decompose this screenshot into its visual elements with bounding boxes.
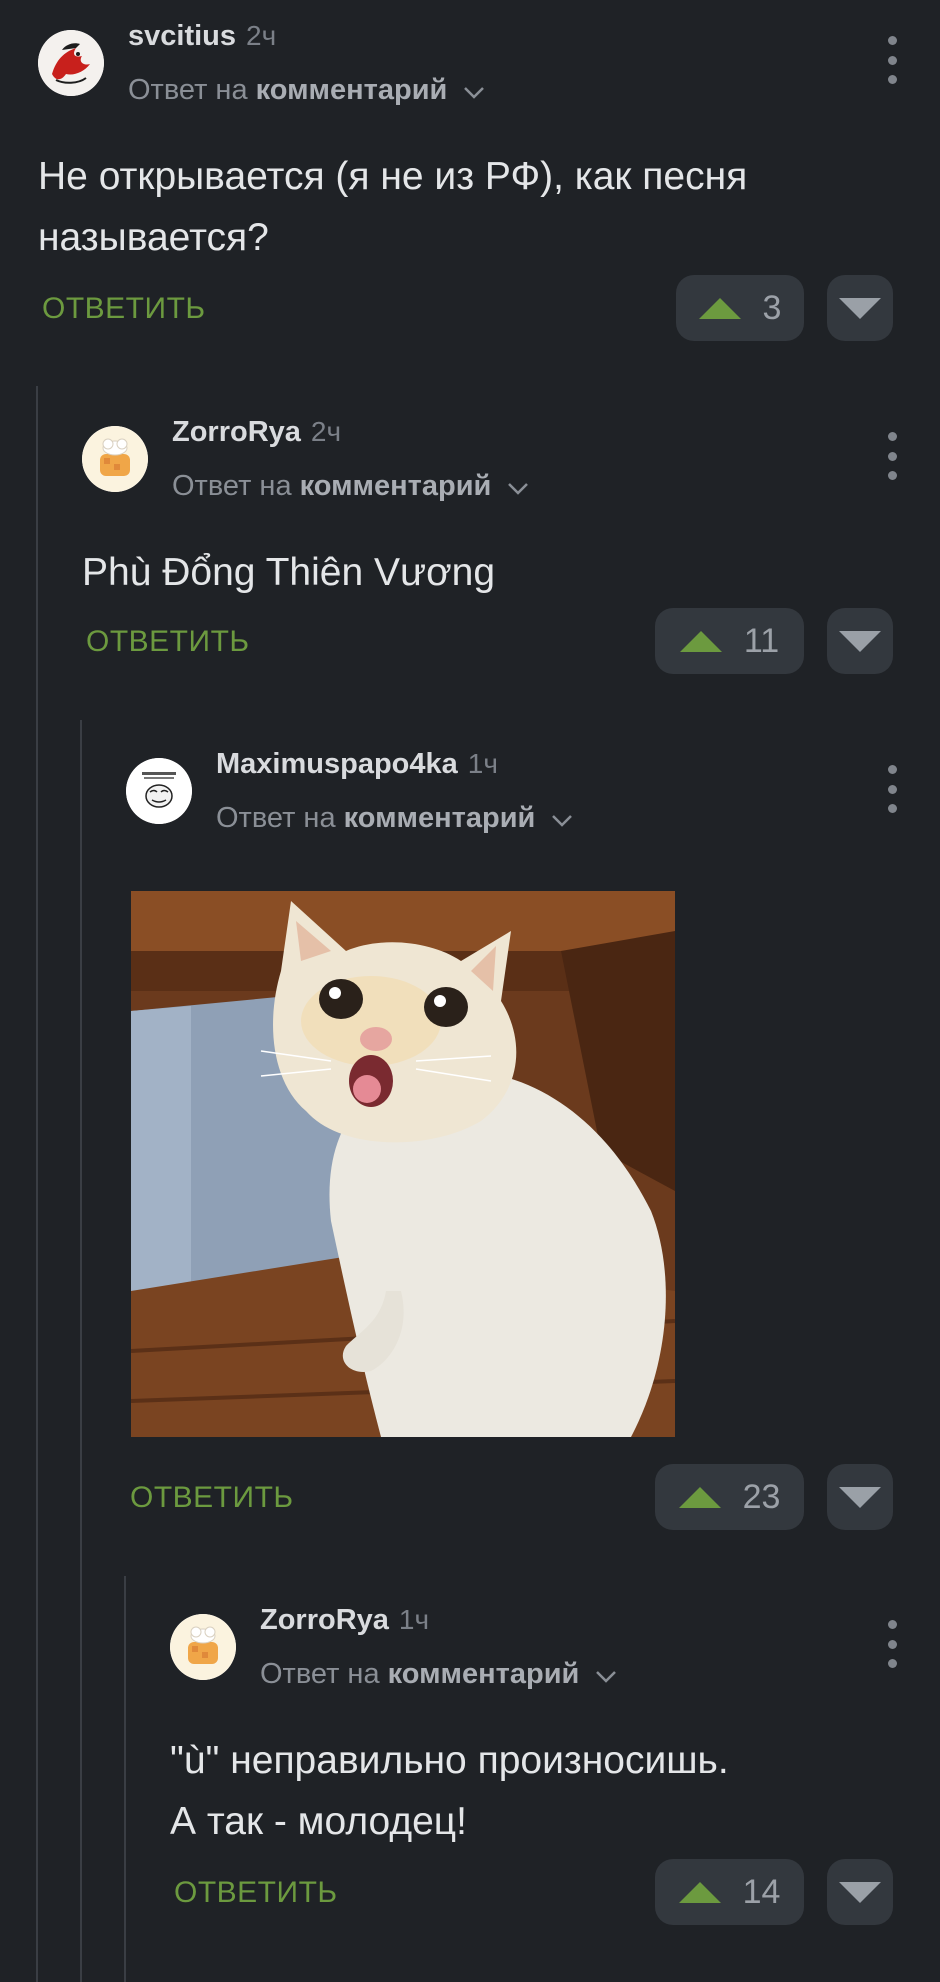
reply-to-prefix: Ответ на <box>128 74 248 106</box>
reply-to-prefix: Ответ на <box>260 1658 380 1690</box>
upvote-arrow-icon <box>679 630 722 652</box>
upvote-arrow-icon <box>678 1881 721 1903</box>
reply-to-link[interactable]: Ответ на комментарий <box>172 470 529 504</box>
reply-button[interactable]: ОТВЕТИТЬ <box>130 1481 294 1515</box>
comment-time: 1ч <box>398 1604 430 1635</box>
more-options-icon[interactable] <box>882 765 902 813</box>
thread-line-level-2[interactable] <box>80 720 82 1982</box>
cookie-chef-avatar-icon[interactable] <box>170 1614 236 1680</box>
downvote-arrow-icon <box>839 1881 881 1903</box>
comment-thread: svcitius 2ч Ответ на комментарий Не откры… <box>0 0 940 1982</box>
cookie-chef-avatar-icon[interactable] <box>82 426 148 492</box>
comment-text-line: Phù Đổng Thiên Vương <box>82 551 496 594</box>
reply-to-link[interactable]: Ответ на комментарий <box>216 802 573 836</box>
downvote-arrow-icon <box>839 1486 881 1508</box>
author-name[interactable]: ZorroRya <box>260 1604 389 1636</box>
reply-to-link[interactable]: Ответ на комментарий <box>260 1658 617 1692</box>
chevron-down-icon[interactable] <box>463 75 485 108</box>
comment-text-line: Не открывается (я не из РФ), как песня <box>38 155 748 198</box>
reply-to-prefix: Ответ на <box>172 470 292 502</box>
comment-text-line: "ù" неправильно произносишь. <box>170 1739 729 1782</box>
comment-author[interactable]: ZorroRya 1ч <box>260 1604 429 1637</box>
rating-count: 3 <box>762 288 782 327</box>
author-name[interactable]: svcitius <box>128 20 236 52</box>
comment-author[interactable]: ZorroRya 2ч <box>172 416 341 449</box>
reply-to-target[interactable]: комментарий <box>300 470 492 502</box>
more-options-icon[interactable] <box>882 36 902 84</box>
upvote-arrow-icon <box>698 297 741 319</box>
comment-text-line: А так - молодец! <box>170 1800 467 1843</box>
downvote-button[interactable] <box>827 1464 893 1530</box>
reply-to-prefix: Ответ на <box>216 802 336 834</box>
thread-line-level-1[interactable] <box>36 386 38 1982</box>
downvote-button[interactable] <box>827 608 893 674</box>
reply-to-target[interactable]: комментарий <box>344 802 536 834</box>
more-options-icon[interactable] <box>882 1620 902 1668</box>
comment-text: Phù Đổng Thiên Vương <box>82 542 495 603</box>
upvote-arrow-icon <box>678 1486 721 1508</box>
chevron-down-icon[interactable] <box>507 471 529 504</box>
thread-line-level-3[interactable] <box>124 1576 126 1982</box>
reply-button[interactable]: ОТВЕТИТЬ <box>86 625 250 659</box>
upvote-button[interactable]: 11 <box>655 608 804 674</box>
comment-time: 2ч <box>246 20 277 51</box>
downvote-button[interactable] <box>827 275 893 341</box>
downvote-button[interactable] <box>827 1859 893 1925</box>
reply-to-target[interactable]: комментарий <box>256 74 448 106</box>
red-dragon-avatar-icon[interactable] <box>38 30 104 96</box>
author-name[interactable]: ZorroRya <box>172 416 301 448</box>
rating-count: 23 <box>742 1477 781 1516</box>
comment-text-line: называется? <box>38 216 269 259</box>
comment-time: 1ч <box>467 748 498 779</box>
chevron-down-icon[interactable] <box>595 1659 617 1692</box>
comment-text: "ù" неправильно произносишь. А так - мол… <box>170 1730 729 1852</box>
comment-author[interactable]: Maximuspapo4ka 1ч <box>216 748 498 781</box>
chevron-down-icon[interactable] <box>551 803 573 836</box>
upvote-button[interactable]: 14 <box>655 1859 804 1925</box>
meme-face-avatar-icon[interactable] <box>126 758 192 824</box>
coughing-cat-photo[interactable] <box>131 891 675 1437</box>
upvote-button[interactable]: 23 <box>655 1464 804 1530</box>
reply-button[interactable]: ОТВЕТИТЬ <box>42 292 206 326</box>
reply-to-link[interactable]: Ответ на комментарий <box>128 74 485 108</box>
comment-text: Не открывается (я не из РФ), как песня н… <box>38 146 747 268</box>
author-name[interactable]: Maximuspapo4ka <box>216 748 458 780</box>
downvote-arrow-icon <box>839 297 881 319</box>
comment-author[interactable]: svcitius 2ч <box>128 20 276 53</box>
more-options-icon[interactable] <box>882 432 902 480</box>
downvote-arrow-icon <box>839 630 881 652</box>
rating-count: 11 <box>743 621 780 660</box>
reply-button[interactable]: ОТВЕТИТЬ <box>174 1876 338 1910</box>
reply-to-target[interactable]: комментарий <box>388 1658 580 1690</box>
rating-count: 14 <box>742 1872 781 1911</box>
upvote-button[interactable]: 3 <box>676 275 804 341</box>
comment-time: 2ч <box>310 416 342 447</box>
